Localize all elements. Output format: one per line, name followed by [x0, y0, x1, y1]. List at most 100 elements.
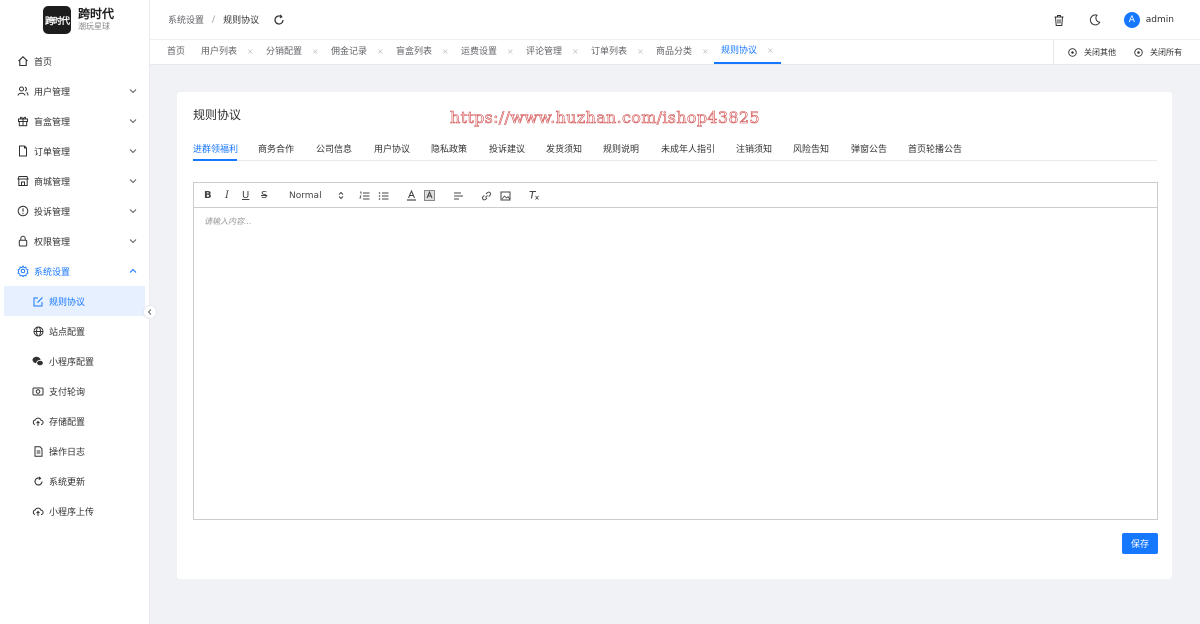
- page-tabs-bar: 首页 用户列表 × 分销配置 × 佣金记录 × 盲盒列表 × 运费设置 × 评论管理 × 订…: [150, 40, 1200, 65]
- subtab-popup-announcement[interactable]: 弹窗公告: [851, 142, 887, 155]
- sidebar-subitem-storage-config[interactable]: 存储配置: [0, 406, 150, 436]
- avatar[interactable]: A: [1123, 12, 1140, 28]
- sidebar-item-complaints[interactable]: 投诉管理: [0, 196, 150, 226]
- close-others-button[interactable]: 关闭其他: [1068, 47, 1116, 58]
- users-icon: [16, 85, 29, 98]
- brand-subtitle: 潮玩星球: [78, 22, 110, 31]
- subtab-user-agreement[interactable]: 用户协议: [374, 142, 410, 155]
- breadcrumb-separator: /: [212, 14, 216, 25]
- subtab-minor-guide[interactable]: 未成年人指引: [661, 142, 715, 155]
- sidebar-item-home[interactable]: 首页: [0, 46, 150, 76]
- breadcrumb: 系统设置 / 规则协议: [168, 13, 260, 27]
- subtab-rules-explained[interactable]: 规则说明: [603, 142, 639, 155]
- refresh-icon[interactable]: [273, 14, 285, 26]
- globe-icon: [32, 325, 44, 337]
- align-button[interactable]: [453, 189, 464, 202]
- tab-distribution-config[interactable]: 分销配置 ×: [266, 40, 319, 64]
- bold-button[interactable]: B: [204, 189, 212, 202]
- close-icon[interactable]: ×: [637, 40, 644, 64]
- subtab-privacy-policy[interactable]: 隐私政策: [431, 142, 467, 155]
- underline-button[interactable]: U: [242, 189, 249, 202]
- link-button[interactable]: [481, 189, 492, 202]
- close-icon[interactable]: ×: [507, 40, 514, 64]
- sidebar-subitem-label: 规则协议: [49, 297, 86, 308]
- sidebar-subitem-rules[interactable]: 规则协议: [4, 286, 145, 316]
- tab-user-list[interactable]: 用户列表 ×: [201, 40, 254, 64]
- tab-review-management[interactable]: 评论管理 ×: [526, 40, 579, 64]
- tab-commission-records[interactable]: 佣金记录 ×: [331, 40, 384, 64]
- settings-icon: [16, 265, 29, 278]
- sidebar-subitem-system-update[interactable]: 系统更新: [0, 466, 150, 496]
- editor-content-area[interactable]: 请输入内容...: [194, 208, 1157, 235]
- sidebar-collapse-button[interactable]: [143, 305, 157, 319]
- tab-label: 商品分类: [656, 47, 693, 57]
- editor-placeholder: 请输入内容...: [204, 217, 252, 226]
- background-color-button[interactable]: [424, 189, 435, 202]
- sidebar-item-label: 订单管理: [34, 147, 71, 158]
- sidebar-item-users[interactable]: 用户管理: [0, 76, 150, 106]
- background-color-icon: [424, 190, 435, 201]
- image-button[interactable]: [500, 189, 511, 202]
- bullet-list-button[interactable]: [378, 189, 389, 202]
- tab-label: 订单列表: [591, 47, 628, 57]
- italic-button[interactable]: I: [225, 189, 229, 202]
- tab-order-list[interactable]: 订单列表 ×: [591, 40, 644, 64]
- close-icon[interactable]: ×: [767, 39, 774, 63]
- sidebar-item-permissions[interactable]: 权限管理: [0, 226, 150, 256]
- clear-format-button[interactable]: [528, 189, 540, 202]
- tab-blindbox-list[interactable]: 盲盒列表 ×: [396, 40, 449, 64]
- breadcrumb-current: 规则协议: [223, 16, 260, 26]
- tab-label: 用户列表: [201, 47, 238, 57]
- close-icon[interactable]: ×: [312, 40, 319, 64]
- sidebar: 跨时代 跨时代 潮玩星球 首页 用户管理 盲盒管理 订单管理 商城管理 投诉管理…: [0, 0, 150, 624]
- sidebar-subitem-miniapp-upload[interactable]: 小程序上传: [0, 496, 150, 526]
- sidebar-subitem-miniapp-config[interactable]: 小程序配置: [0, 346, 150, 376]
- moon-icon[interactable]: [1088, 13, 1102, 27]
- subtab-complaints[interactable]: 投诉建议: [489, 142, 525, 155]
- sidebar-item-mall[interactable]: 商城管理: [0, 166, 150, 196]
- tab-label: 规则协议: [721, 46, 758, 56]
- sidebar-subitem-payment-polling[interactable]: 支付轮询: [0, 376, 150, 406]
- tab-shipping-settings[interactable]: 运费设置 ×: [461, 40, 514, 64]
- sidebar-subitem-operation-log[interactable]: 操作日志: [0, 436, 150, 466]
- sidebar-subitem-site-config[interactable]: 站点配置: [0, 316, 150, 346]
- close-icon[interactable]: ×: [572, 40, 579, 64]
- tab-rules[interactable]: 规则协议 ×: [714, 40, 781, 64]
- subtab-home-carousel[interactable]: 首页轮播公告: [908, 142, 962, 155]
- breadcrumb-item[interactable]: 系统设置: [168, 13, 204, 26]
- username[interactable]: admin: [1146, 15, 1174, 25]
- sidebar-item-label: 用户管理: [34, 87, 71, 98]
- rules-subtabs: 进群领福利 商务合作 公司信息 用户协议 隐私政策 投诉建议 发货须知 规则说明…: [193, 136, 1157, 161]
- chevron-down-icon: [129, 119, 137, 124]
- chevron-down-icon: [129, 239, 137, 244]
- save-button[interactable]: 保存: [1122, 533, 1158, 554]
- subtab-cancellation-notice[interactable]: 注销须知: [736, 142, 772, 155]
- close-icon[interactable]: ×: [247, 40, 254, 64]
- sidebar-item-orders[interactable]: 订单管理: [0, 136, 150, 166]
- tabs-actions: 关闭其他 关闭所有: [1053, 40, 1200, 64]
- subtab-company-info[interactable]: 公司信息: [316, 142, 352, 155]
- sidebar-item-blindbox[interactable]: 盲盒管理: [0, 106, 150, 136]
- heading-select[interactable]: Normal: [289, 189, 349, 202]
- ordered-list-button[interactable]: [359, 189, 370, 202]
- trash-icon[interactable]: [1052, 13, 1066, 27]
- strike-button[interactable]: S: [261, 189, 267, 202]
- text-color-icon: [407, 190, 416, 201]
- close-icon[interactable]: ×: [442, 40, 449, 64]
- close-icon[interactable]: ×: [377, 40, 384, 64]
- close-icon[interactable]: ×: [702, 40, 709, 64]
- sidebar-item-system-settings[interactable]: 系统设置: [0, 256, 150, 286]
- brand[interactable]: 跨时代 跨时代 潮玩星球: [0, 0, 149, 40]
- home-icon: [16, 55, 29, 68]
- rules-card: 规则协议 https://www.huzhan.com/ishop43825 进…: [177, 92, 1172, 579]
- close-all-button[interactable]: 关闭所有: [1134, 47, 1182, 58]
- subtab-risk-notice[interactable]: 风险告知: [793, 142, 829, 155]
- subtab-business[interactable]: 商务合作: [258, 142, 294, 155]
- tab-label: 运费设置: [461, 47, 498, 57]
- text-color-button[interactable]: [406, 189, 417, 202]
- subtab-group-benefits[interactable]: 进群领福利: [193, 142, 238, 155]
- subtab-shipping-notice[interactable]: 发货须知: [546, 142, 582, 155]
- edit-icon: [32, 295, 44, 307]
- tab-home[interactable]: 首页: [167, 40, 185, 64]
- tab-product-categories[interactable]: 商品分类 ×: [656, 40, 709, 64]
